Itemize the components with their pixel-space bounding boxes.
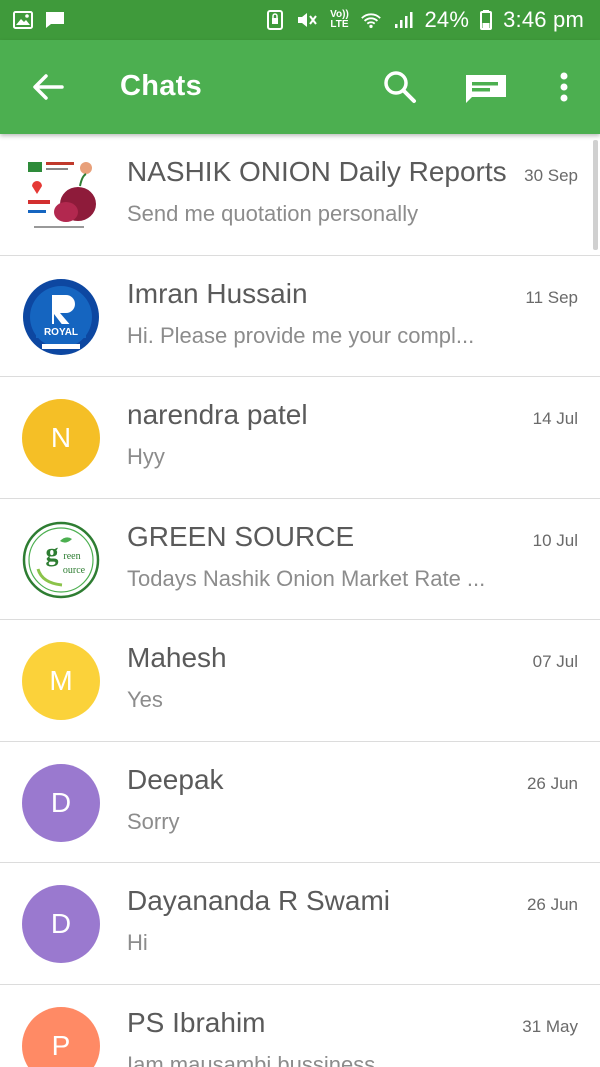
chat-preview: Hyy [127,444,165,469]
chat-name: PS Ibrahim [127,1006,266,1038]
more-options-icon[interactable] [550,67,578,107]
chat-preview: Todays Nashik Onion Market Rate ... [127,565,486,591]
chat-row[interactable]: NASHIK ONION Daily Reports 30 Sep Send m… [0,134,600,256]
avatar-letter: D [50,786,72,818]
chat-date: 26 Jun [526,773,578,793]
chat-date: 07 Jul [532,652,578,671]
green-source-logo-g: g [46,538,59,567]
chat-name: Mahesh [127,642,227,673]
message-notification-icon [44,10,66,30]
signal-icon [392,10,414,30]
chat-name: Imran Hussain [127,277,308,309]
gallery-notification-icon [12,10,34,30]
chat-date: 14 Jul [532,409,578,428]
chat-preview: Sorry [127,808,180,834]
chat-preview: Hi [127,930,148,955]
back-arrow-icon[interactable] [28,67,68,107]
chat-row[interactable]: P PS Ibrahim 31 May Iam mausambi bussine… [0,985,600,1067]
chat-row[interactable]: ROYAL Imran Hussain 11 Sep Hi. Please pr… [0,256,600,377]
avatar-letter: M [49,665,73,696]
letter-avatar: D [22,763,100,842]
chat-preview: Yes [127,687,163,712]
chat-row[interactable]: N narendra patel 14 Jul Hyy [0,377,600,499]
avatar-letter: P [51,1029,71,1061]
volte-icon: Vo)) LTE [330,9,349,30]
screen-rotation-lock-icon [264,10,286,30]
chat-list: NASHIK ONION Daily Reports 30 Sep Send m… [0,134,600,1067]
letter-avatar: M [22,642,100,720]
chat-row[interactable]: g reen ource GREEN SOURCE 10 Jul Todays … [0,499,600,620]
wifi-icon [360,10,382,30]
royal-logo-avatar: ROYAL [22,277,100,356]
green-source-logo-reen: reen [63,551,80,562]
avatar-letter: N [50,422,72,453]
app-bar: Chats [0,40,600,134]
chat-name: Deepak [127,763,224,795]
chat-date: 30 Sep [524,166,578,185]
chat-preview: Hi. Please provide me your compl... [127,322,475,348]
chat-date: 10 Jul [532,530,578,550]
chat-name: Dayananda R Swami [127,885,391,916]
chat-preview: Send me quotation personally [127,201,419,226]
new-chat-icon[interactable] [462,67,510,107]
letter-avatar: N [22,399,100,477]
chat-row[interactable]: D Deepak 26 Jun Sorry [0,742,600,863]
battery-icon [479,10,493,30]
mute-icon [296,10,318,30]
search-icon[interactable] [380,67,420,107]
page-title: Chats [120,70,203,102]
status-bar: Vo)) LTE 24% 3:46 pm [0,0,600,40]
nashik-onion-logo-avatar [22,156,100,234]
chat-preview: Iam mausambi bussiness [127,1051,376,1067]
chat-date: 11 Sep [525,287,578,307]
letter-avatar: D [22,885,100,963]
chat-name: NASHIK ONION Daily Reports [127,156,507,187]
scrollbar[interactable] [593,140,598,250]
chat-row[interactable]: D Dayananda R Swami 26 Jun Hi [0,863,600,985]
battery-percent: 24% [424,7,470,32]
chat-date: 26 Jun [526,895,578,914]
chat-date: 31 May [522,1016,578,1036]
avatar-letter: D [50,908,72,939]
royal-logo-text: ROYAL [44,327,78,338]
chat-row[interactable]: M Mahesh 07 Jul Yes [0,620,600,742]
chat-name: narendra patel [127,399,308,430]
green-source-logo-ource: ource [63,565,86,576]
clock: 3:46 pm [503,7,584,32]
chat-name: GREEN SOURCE [127,520,355,552]
letter-avatar: P [22,1006,100,1067]
green-source-logo-avatar: g reen ource [22,520,100,599]
